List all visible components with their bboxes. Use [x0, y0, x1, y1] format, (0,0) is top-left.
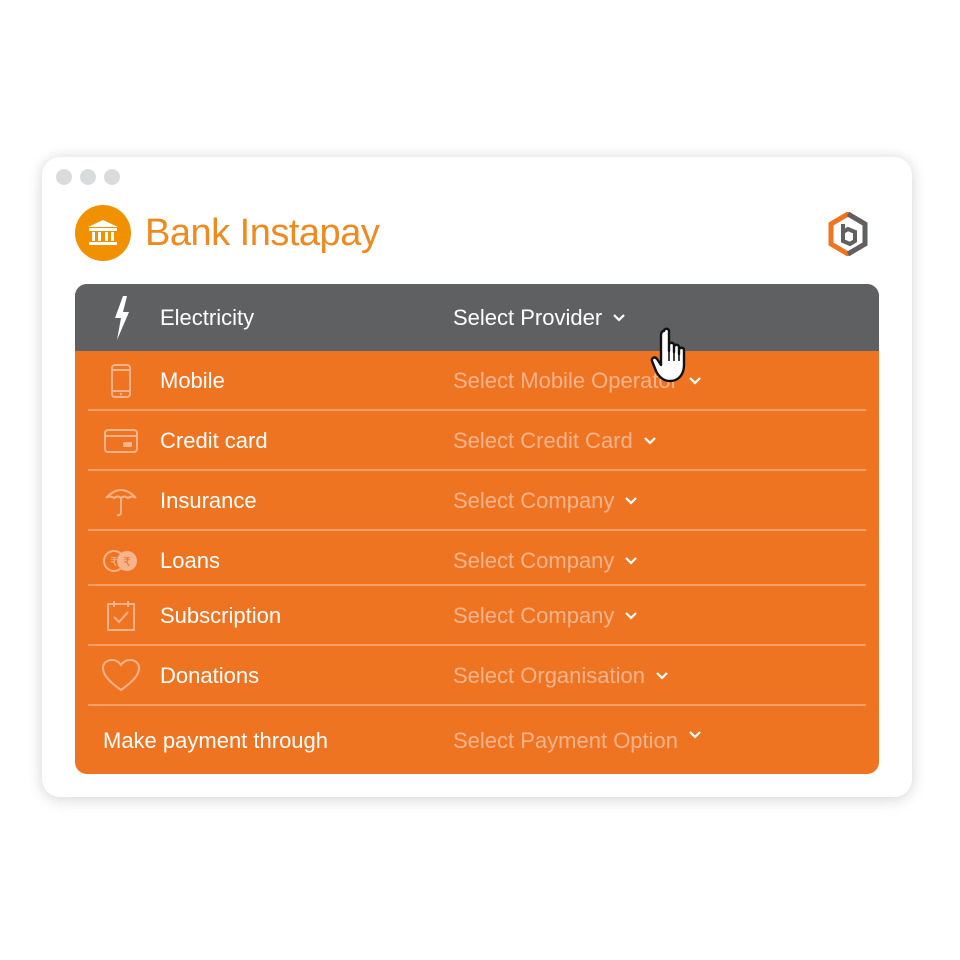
bank-icon	[75, 205, 131, 261]
chevron-down-icon	[625, 611, 638, 620]
phone-icon	[101, 361, 141, 401]
payment-method-row[interactable]: Make payment through Select Payment Opti…	[75, 711, 879, 770]
category-row-credit-card[interactable]: Credit card Select Credit Card	[75, 411, 879, 470]
category-label: Insurance	[160, 487, 257, 513]
chevron-down-icon	[613, 313, 625, 322]
select-text: Select Payment Option	[453, 727, 679, 753]
insurance-company-select[interactable]: Select Company	[453, 488, 638, 514]
select-text: Select Provider	[453, 304, 603, 330]
heart-icon	[101, 656, 141, 696]
window-dot-minimize[interactable]	[80, 169, 96, 185]
payment-option-select[interactable]: Select Payment Option	[453, 728, 702, 754]
bill-category-panel: Electricity Select Provider Mobile Selec…	[75, 284, 879, 774]
category-label: Donations	[160, 662, 260, 688]
browser-window: Bank Instapay Electricity Select Provide…	[42, 157, 912, 797]
window-dot-maximize[interactable]	[104, 169, 120, 185]
category-label: Electricity	[160, 304, 255, 330]
select-text: Select Company	[453, 547, 615, 573]
category-row-insurance[interactable]: Insurance Select Company	[75, 471, 879, 530]
hex-logo-icon	[828, 212, 868, 256]
category-label: Credit card	[160, 427, 268, 453]
rupee-coins-icon: ₹ ₹	[101, 541, 141, 581]
category-row-donations[interactable]: Donations Select Organisation	[75, 646, 879, 705]
category-row-subscription[interactable]: Subscription Select Company	[75, 586, 879, 645]
category-row-mobile[interactable]: Mobile Select Mobile Operator	[75, 351, 879, 410]
provider-select[interactable]: Select Provider	[453, 305, 626, 331]
row-divider	[88, 704, 866, 706]
select-text: Select Company	[453, 602, 615, 628]
select-text: Select Credit Card	[453, 427, 633, 453]
svg-text:₹: ₹	[110, 555, 118, 569]
category-row-electricity[interactable]: Electricity Select Provider	[75, 284, 879, 351]
select-text: Select Company	[453, 487, 615, 513]
loan-company-select[interactable]: Select Company	[453, 548, 638, 574]
lightning-icon	[101, 295, 141, 340]
chevron-down-icon	[656, 671, 668, 680]
select-text: Select Organisation	[453, 662, 645, 688]
calendar-check-icon	[101, 596, 141, 636]
app-header: Bank Instapay	[75, 205, 380, 261]
credit-card-select[interactable]: Select Credit Card	[453, 428, 657, 454]
svg-text:₹: ₹	[123, 555, 131, 569]
category-row-loans[interactable]: ₹ ₹ Loans Select Company	[75, 531, 879, 590]
window-dot-close[interactable]	[56, 169, 72, 185]
hand-pointer-cursor-icon	[650, 327, 686, 383]
category-label: Mobile	[160, 367, 225, 393]
chevron-down-icon	[689, 730, 701, 739]
payment-label: Make payment through	[103, 727, 329, 753]
category-label: Loans	[160, 547, 220, 573]
app-title: Bank Instapay	[145, 211, 380, 254]
chevron-down-icon	[625, 556, 638, 565]
credit-card-icon	[101, 421, 141, 461]
organisation-select[interactable]: Select Organisation	[453, 663, 669, 689]
chevron-down-icon	[643, 436, 656, 445]
umbrella-icon	[101, 481, 141, 521]
subscription-company-select[interactable]: Select Company	[453, 603, 638, 629]
window-controls	[56, 169, 120, 185]
category-label: Subscription	[160, 602, 282, 628]
select-text: Select Mobile Operator	[453, 367, 678, 393]
chevron-down-icon	[625, 496, 638, 505]
